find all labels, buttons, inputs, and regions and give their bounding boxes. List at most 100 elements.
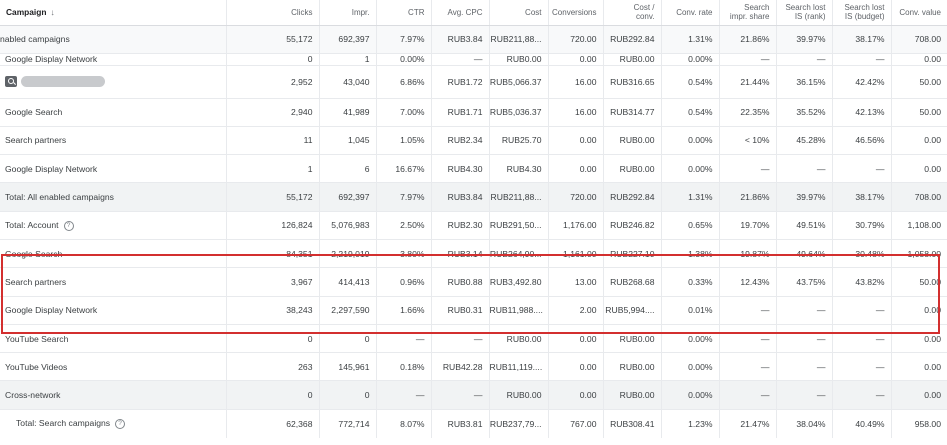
lost-is-budget-cell: — — [832, 296, 892, 325]
impr-cell: 5,076,983 — [319, 211, 377, 240]
cost-per-conv-cell: RUB268.68 — [603, 267, 662, 297]
lost-is-budget-cell: 42.42% — [832, 65, 892, 99]
row-label: Google Display Network — [0, 53, 227, 66]
search-lost-is-rank-column-header[interactable]: Search lost IS (rank) — [776, 0, 833, 26]
conversions-cell: 0.00 — [548, 126, 604, 156]
avg-cpc-cell: RUB0.31 — [431, 296, 490, 325]
search-impr-share-cell: — — [719, 324, 777, 354]
help-circle-icon[interactable]: ? — [115, 419, 126, 430]
search-impr-share-column-header[interactable]: Search impr. share — [719, 0, 777, 26]
impr-cell: 2,297,590 — [319, 296, 377, 325]
cost-per-conv-cell: RUB0.00 — [603, 53, 662, 66]
avg-cpc-cell: RUB1.72 — [431, 65, 490, 99]
avg-cpc-cell: RUB3.14 — [431, 239, 490, 269]
table-row-search-campaign[interactable]: 2,952 43,040 6.86% RUB1.72 RUB5,066.37 1… — [0, 65, 947, 99]
impr-cell: 1 — [319, 53, 377, 66]
lost-is-budget-cell: 46.56% — [832, 126, 892, 156]
conv-value-cell: 0.00 — [891, 380, 947, 410]
clicks-cell: 126,824 — [226, 211, 320, 240]
lost-is-rank-cell: 38.04% — [776, 409, 833, 438]
cost-per-conv-cell: RUB308.41 — [603, 409, 662, 438]
search-impr-share-cell: 19.70% — [719, 211, 777, 240]
lost-is-budget-cell: 43.82% — [832, 267, 892, 297]
table-row-total-account: Total: Account? 126,824 5,076,983 2.50% … — [0, 211, 947, 240]
lost-is-rank-cell: 49.64% — [776, 239, 833, 269]
conv-rate-cell: 0.01% — [661, 296, 720, 325]
search-impr-share-cell: — — [719, 53, 777, 66]
conv-value-cell: 0.00 — [891, 296, 947, 325]
ctr-cell: 7.97% — [376, 182, 432, 212]
cost-cell: RUB211,88... — [489, 25, 549, 54]
cost-cell: RUB0.00 — [489, 324, 549, 354]
lost-is-budget-cell: 38.17% — [832, 25, 892, 54]
clicks-column-header[interactable]: Clicks — [226, 0, 320, 26]
cost-per-conv-cell: RUB314.77 — [603, 98, 662, 127]
conv-rate-cell: 1.38% — [661, 239, 720, 269]
conv-rate-cell: 0.54% — [661, 65, 720, 99]
clicks-cell: 62,368 — [226, 409, 320, 438]
lost-is-rank-cell: 39.97% — [776, 182, 833, 212]
search-impr-share-cell: — — [719, 380, 777, 410]
conv-rate-column-header[interactable]: Conv. rate — [661, 0, 720, 26]
campaign-performance-table: Campaign ↓ Clicks Impr. CTR Avg. CPC Cost… — [0, 0, 947, 438]
ctr-column-header[interactable]: CTR — [376, 0, 432, 26]
avg-cpc-column-header[interactable]: Avg. CPC — [431, 0, 490, 26]
lost-is-rank-cell: — — [776, 380, 833, 410]
avg-cpc-cell: RUB3.84 — [431, 182, 490, 212]
help-circle-icon[interactable]: ? — [63, 220, 74, 231]
clicks-cell: 3,967 — [226, 267, 320, 297]
avg-cpc-cell: — — [431, 324, 490, 354]
search-impr-share-cell: 19.87% — [719, 239, 777, 269]
sort-descending-icon[interactable]: ↓ — [51, 7, 55, 17]
clicks-cell: 55,172 — [226, 182, 320, 212]
lost-is-budget-cell: — — [832, 380, 892, 410]
table-row: Google Display Network 1 6 16.67% RUB4.3… — [0, 154, 947, 184]
ctr-cell: — — [376, 380, 432, 410]
conv-value-cell: 958.00 — [914, 418, 941, 429]
clicks-cell: 263 — [226, 352, 320, 382]
conv-value-cell: 50.00 — [891, 267, 947, 297]
search-impr-share-cell: — — [719, 296, 777, 325]
cost-cell: RUB3,492.80 — [489, 267, 549, 297]
conv-rate-cell: 0.54% — [661, 98, 720, 127]
campaign-column-header[interactable]: Campaign ↓ — [0, 0, 227, 26]
table-row: Google Search 2,940 41,989 7.00% RUB1.71… — [0, 98, 947, 127]
search-lost-is-budget-column-header[interactable]: Search lost IS (budget) — [832, 0, 892, 26]
row-label: Cross-network — [0, 380, 227, 410]
conv-rate-cell: 0.00% — [661, 53, 720, 66]
lost-is-rank-cell: 35.52% — [776, 98, 833, 127]
cost-per-conv-cell: RUB0.00 — [603, 154, 662, 184]
campaign-name-cell[interactable] — [0, 65, 227, 99]
row-label: Total: Search campaigns? — [0, 409, 227, 438]
cost-column-header[interactable]: Cost — [489, 0, 549, 26]
ctr-cell: 16.67% — [376, 154, 432, 184]
conversions-cell: 2.00 — [548, 296, 604, 325]
avg-cpc-cell: RUB42.28 — [431, 352, 490, 382]
cost-cell: RUB237,79... — [489, 409, 549, 438]
avg-cpc-cell: RUB3.84 — [431, 25, 490, 54]
redacted-campaign-name[interactable] — [21, 76, 105, 88]
conversions-column-header[interactable]: Conversions — [548, 0, 604, 26]
conv-value-cell: 1,108.00 — [891, 211, 947, 240]
search-impr-share-cell: < 10% — [719, 126, 777, 156]
lost-is-budget-cell: 40.49% — [832, 409, 892, 438]
cost-per-conv-cell: RUB0.00 — [603, 126, 662, 156]
row-label: Search partners — [0, 126, 227, 156]
cost-cell: RUB5,066.37 — [489, 65, 549, 99]
conv-value-cell: 0.00 — [891, 53, 947, 66]
conv-rate-cell: 0.00% — [661, 352, 720, 382]
conv-rate-cell: 0.65% — [661, 211, 720, 240]
impr-column-header[interactable]: Impr. — [319, 0, 377, 26]
search-impr-share-cell: 21.44% — [719, 65, 777, 99]
cost-cell: RUB264,90... — [489, 239, 549, 269]
conv-rate-cell: 1.31% — [661, 25, 720, 54]
conv-value-column-header[interactable]: Conv. value — [891, 0, 947, 26]
conv-rate-cell: 0.00% — [661, 126, 720, 156]
cost-cell: RUB291,50... — [489, 211, 549, 240]
row-label: YouTube Videos — [0, 352, 227, 382]
cost-per-conv-column-header[interactable]: Cost / conv. — [603, 0, 662, 26]
lost-is-budget-cell: 30.48% — [832, 239, 892, 269]
search-impr-share-cell: 12.43% — [719, 267, 777, 297]
table-row: Google Display Network 0 1 0.00% — RUB0.… — [0, 53, 947, 66]
table-row: Search partners 11 1,045 1.05% RUB2.34 R… — [0, 126, 947, 156]
